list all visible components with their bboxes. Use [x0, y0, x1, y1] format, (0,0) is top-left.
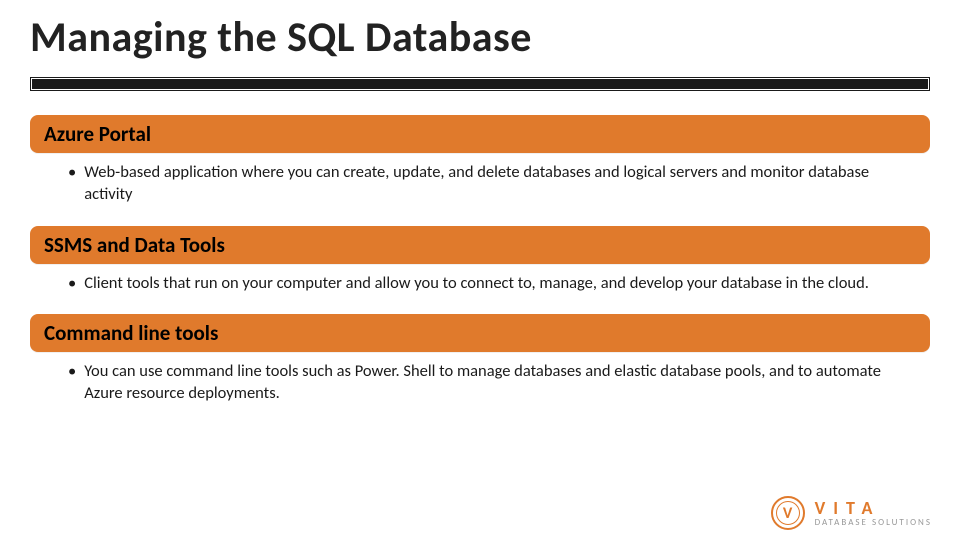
bullet-icon: • [68, 161, 76, 183]
bullet-icon: • [68, 360, 76, 382]
brand-letter: V [783, 504, 792, 523]
slide-title: Managing the SQL Database [30, 12, 930, 63]
bullet-item: • Client tools that run on your computer… [30, 264, 930, 294]
title-divider [30, 77, 930, 91]
bullet-text: Client tools that run on your computer a… [84, 272, 869, 294]
section-header: Command line tools [30, 314, 930, 352]
title-divider-bar [32, 79, 928, 89]
bullet-icon: • [68, 272, 76, 294]
bullet-text: You can use command line tools such as P… [84, 360, 910, 405]
brand-tagline: DATABASE SOLUTIONS [815, 518, 932, 527]
brand-name: VITA [815, 499, 932, 517]
section-heading: Azure Portal [44, 121, 151, 147]
brand-text: VITA DATABASE SOLUTIONS [815, 499, 932, 527]
slide: Managing the SQL Database Azure Portal •… [0, 0, 960, 404]
section-heading: Command line tools [44, 320, 218, 346]
bullet-text: Web-based application where you can crea… [84, 161, 910, 206]
section-azure-portal: Azure Portal • Web-based application whe… [30, 115, 930, 206]
section-command-line-tools: Command line tools • You can use command… [30, 314, 930, 405]
bullet-item: • You can use command line tools such as… [30, 352, 930, 405]
footer-logo: V VITA DATABASE SOLUTIONS [771, 496, 932, 530]
section-header: SSMS and Data Tools [30, 226, 930, 264]
section-header: Azure Portal [30, 115, 930, 153]
section-ssms-data-tools: SSMS and Data Tools • Client tools that … [30, 226, 930, 294]
bullet-item: • Web-based application where you can cr… [30, 153, 930, 206]
section-heading: SSMS and Data Tools [44, 232, 225, 258]
brand-circle-icon: V [771, 496, 805, 530]
